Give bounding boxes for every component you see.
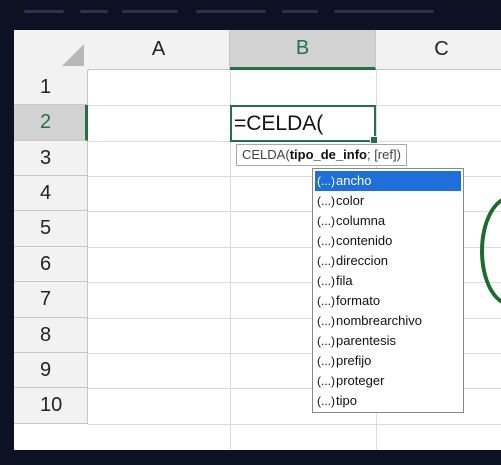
autocomplete-item-columna[interactable]: (...)columna [315, 211, 461, 231]
autocomplete-item-label: nombrearchivo [336, 313, 422, 328]
select-all-corner[interactable] [14, 30, 89, 71]
function-arg-icon: (...) [317, 254, 335, 268]
banner-dash [196, 10, 266, 13]
tooltip-function: CELDA( [242, 147, 290, 162]
grid-line [88, 424, 501, 425]
column-header-b[interactable]: B [230, 30, 376, 70]
function-arg-icon: (...) [317, 174, 335, 188]
row-header-1[interactable]: 1 [14, 70, 88, 105]
autocomplete-item-nombrearchivo[interactable]: (...)nombrearchivo [315, 311, 461, 331]
row-header-5[interactable]: 5 [14, 211, 88, 247]
function-arg-icon: (...) [317, 194, 335, 208]
autocomplete-item-formato[interactable]: (...)formato [315, 291, 461, 311]
autocomplete-item-label: prefijo [336, 353, 372, 368]
function-arg-icon: (...) [317, 314, 335, 328]
autocomplete-item-label: tipo [336, 393, 357, 408]
autocomplete-item-label: formato [336, 293, 381, 308]
autocomplete-item-direccion[interactable]: (...)direccion [315, 251, 461, 271]
autocomplete-item-label: columna [336, 213, 386, 228]
autocomplete-item-label: color [336, 193, 365, 208]
banner-dash [282, 10, 318, 13]
function-arg-icon: (...) [317, 374, 335, 388]
row-header-8[interactable]: 8 [14, 318, 88, 353]
autocomplete-item-label: fila [336, 273, 353, 288]
spreadsheet-grid[interactable]: A B C 1 2 3 4 5 6 7 8 9 10 =CELDA( CELDA… [14, 30, 501, 450]
function-arg-icon: (...) [317, 334, 335, 348]
row-header-4[interactable]: 4 [14, 176, 88, 211]
column-header-a[interactable]: A [88, 30, 230, 70]
function-arg-icon: (...) [317, 214, 335, 228]
autocomplete-item-label: direccion [336, 253, 389, 268]
row-header-6[interactable]: 6 [14, 247, 88, 282]
autocomplete-item-prefijo[interactable]: (...)prefijo [315, 351, 461, 371]
autocomplete-item-tipo[interactable]: (...)tipo [315, 391, 461, 411]
autocomplete-item-parentesis[interactable]: (...)parentesis [315, 331, 461, 351]
row-header-9[interactable]: 9 [14, 353, 88, 388]
function-arg-icon: (...) [317, 274, 335, 288]
function-arg-icon: (...) [317, 294, 335, 308]
autocomplete-item-ancho[interactable]: (...)ancho [315, 171, 461, 191]
autocomplete-item-proteger[interactable]: (...)proteger [315, 371, 461, 391]
tooltip-remaining-args: ; [ref]) [366, 147, 401, 162]
column-header-c[interactable]: C [376, 30, 501, 70]
autocomplete-item-contenido[interactable]: (...)contenido [315, 231, 461, 251]
row-header-10[interactable]: 10 [14, 388, 88, 424]
banner-dash [334, 10, 434, 13]
row-header-2[interactable]: 2 [14, 105, 88, 141]
function-signature-tooltip: CELDA(tipo_de_info; [ref]) [236, 144, 407, 166]
autocomplete-item-fila[interactable]: (...)fila [315, 271, 461, 291]
tooltip-current-argument: tipo_de_info [289, 147, 367, 162]
banner-dash [24, 10, 64, 13]
decorative-green-ring [480, 196, 501, 306]
autocomplete-item-label: parentesis [336, 333, 396, 348]
function-arg-icon: (...) [317, 234, 335, 248]
autocomplete-item-label: proteger [336, 373, 385, 388]
banner-dash [122, 10, 178, 13]
top-banner-strip [0, 0, 501, 30]
row-header-3[interactable]: 3 [14, 141, 88, 176]
autocomplete-item-label: ancho [336, 173, 372, 188]
function-arg-icon: (...) [317, 394, 335, 408]
autocomplete-item-color[interactable]: (...)color [315, 191, 461, 211]
cell-formula-text: =CELDA( [234, 112, 324, 135]
fill-handle[interactable] [370, 136, 378, 144]
function-arg-icon: (...) [317, 354, 335, 368]
autocomplete-dropdown[interactable]: (...)ancho (...)color (...)columna (...)con… [312, 168, 464, 413]
autocomplete-item-label: contenido [336, 233, 393, 248]
banner-dash [80, 10, 108, 13]
row-header-7[interactable]: 7 [14, 282, 88, 318]
